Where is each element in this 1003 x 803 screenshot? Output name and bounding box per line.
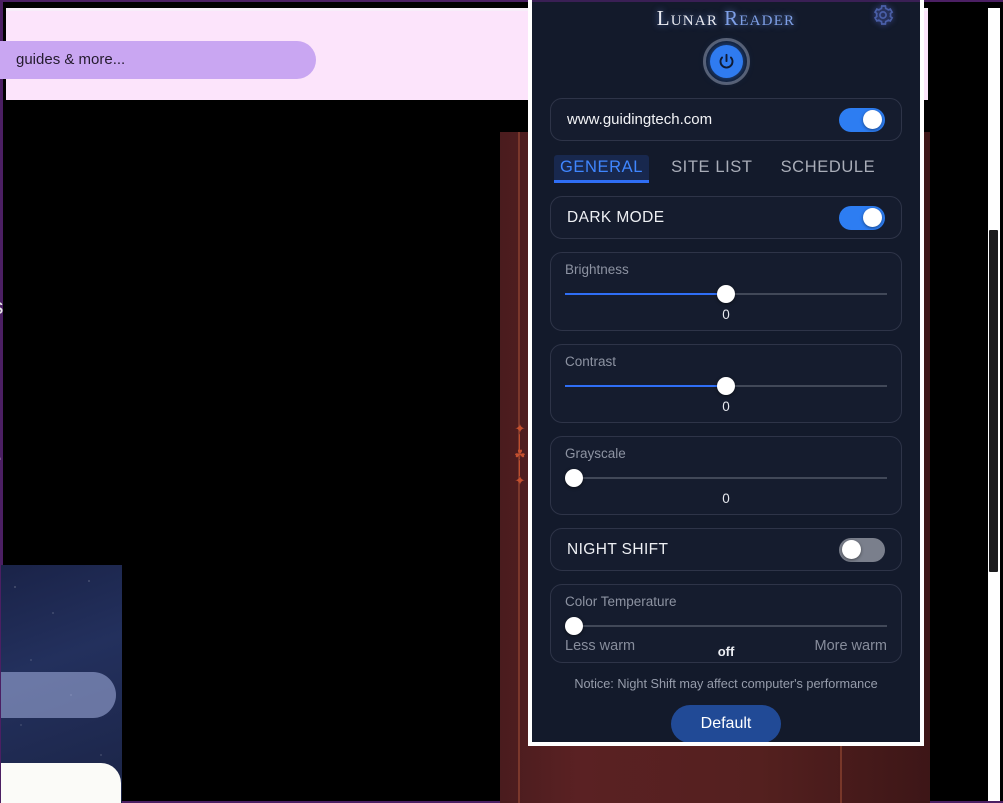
popup-content: Lunar Reader www.guidingtech.com GENERAL… bbox=[532, 0, 920, 742]
contrast-slider[interactable] bbox=[565, 376, 887, 396]
color-temperature-slider[interactable] bbox=[565, 616, 887, 636]
site-enable-toggle[interactable] bbox=[839, 107, 885, 132]
article-thumbnail-image bbox=[1, 565, 122, 803]
contrast-value: 0 bbox=[722, 399, 730, 414]
page-scrollbar[interactable] bbox=[988, 8, 1000, 801]
site-enable-toggle-knob bbox=[863, 110, 882, 129]
popup-header: Lunar Reader bbox=[550, 0, 902, 36]
lunar-reader-popup: Lunar Reader www.guidingtech.com GENERAL… bbox=[528, 0, 924, 746]
tab-general[interactable]: GENERAL bbox=[554, 155, 650, 183]
tab-schedule[interactable]: SCHEDULE bbox=[775, 155, 882, 183]
power-icon bbox=[709, 45, 743, 78]
site-search-placeholder: guides & more... bbox=[16, 51, 126, 68]
color-temperature-label: Color Temperature bbox=[565, 594, 677, 609]
power-toggle-button[interactable] bbox=[702, 38, 750, 85]
color-temperature-track bbox=[565, 625, 887, 627]
brightness-track-fill bbox=[565, 293, 726, 295]
thumbnail-highlight-bar bbox=[1, 672, 116, 718]
app-title: Lunar Reader bbox=[657, 6, 796, 31]
article-paragraph-1: nt be lden apps bbox=[0, 254, 3, 319]
night-shift-label: NIGHT SHIFT bbox=[567, 540, 669, 558]
grayscale-label: Grayscale bbox=[565, 446, 626, 461]
dark-mode-toggle-knob bbox=[863, 208, 882, 227]
dark-mode-label: DARK MODE bbox=[567, 208, 665, 226]
brightness-slider[interactable] bbox=[565, 284, 887, 304]
color-temperature-card: Color Temperature Less warm off More war… bbox=[550, 584, 902, 663]
color-temperature-state: off bbox=[717, 644, 735, 659]
contrast-slider-thumb[interactable] bbox=[717, 377, 735, 395]
color-temperature-slider-thumb[interactable] bbox=[565, 617, 583, 635]
page-scrollbar-thumb[interactable] bbox=[989, 230, 998, 572]
site-url-card: www.guidingtech.com bbox=[550, 98, 902, 141]
app-title-word-two: Reader bbox=[724, 5, 796, 30]
brightness-slider-thumb[interactable] bbox=[717, 285, 735, 303]
thumbnail-white-sheet bbox=[1, 763, 121, 803]
power-button-row bbox=[550, 38, 902, 85]
grayscale-card: Grayscale 0 bbox=[550, 436, 902, 515]
dark-mode-card: DARK MODE bbox=[550, 196, 902, 239]
gear-icon bbox=[871, 3, 895, 32]
screenshot-root: guides & more... nt be lden apps pen the… bbox=[0, 0, 1003, 803]
app-title-word-one: Lunar bbox=[656, 5, 719, 30]
grayscale-track bbox=[565, 477, 887, 479]
popup-tabs: GENERAL SITE LIST SCHEDULE bbox=[550, 155, 902, 183]
night-shift-notice: Notice: Night Shift may affect computer'… bbox=[574, 677, 878, 691]
contrast-track-fill bbox=[565, 385, 726, 387]
brightness-card: Brightness 0 bbox=[550, 252, 902, 331]
grayscale-value: 0 bbox=[722, 491, 730, 506]
color-temperature-min-label: Less warm bbox=[565, 638, 636, 654]
night-shift-toggle[interactable] bbox=[839, 537, 885, 562]
color-temperature-max-label: More warm bbox=[814, 638, 887, 654]
default-button-row: Default bbox=[550, 705, 902, 742]
article-body: nt be lden apps pen the lide apps. case,… bbox=[0, 207, 238, 593]
article-paragraph-2: pen the lide apps. case, the bbox=[0, 393, 238, 513]
dark-mode-toggle[interactable] bbox=[839, 205, 885, 230]
site-url-label: www.guidingtech.com bbox=[567, 111, 713, 128]
color-temperature-footer: Less warm off More warm bbox=[565, 638, 887, 659]
brightness-value: 0 bbox=[722, 307, 730, 322]
site-search-pill[interactable]: guides & more... bbox=[0, 41, 316, 79]
contrast-label: Contrast bbox=[565, 354, 617, 369]
maroon-ornament: ✦ │ ☘ │ ✦ bbox=[514, 421, 526, 488]
night-shift-card: NIGHT SHIFT bbox=[550, 528, 902, 571]
tab-site-list[interactable]: SITE LIST bbox=[665, 155, 759, 183]
contrast-card: Contrast 0 bbox=[550, 344, 902, 423]
night-shift-toggle-knob bbox=[842, 540, 861, 559]
brightness-label: Brightness bbox=[565, 262, 629, 277]
grayscale-slider-thumb[interactable] bbox=[565, 469, 583, 487]
settings-button[interactable] bbox=[868, 2, 898, 32]
default-button[interactable]: Default bbox=[670, 705, 782, 742]
grayscale-slider[interactable] bbox=[565, 468, 887, 488]
